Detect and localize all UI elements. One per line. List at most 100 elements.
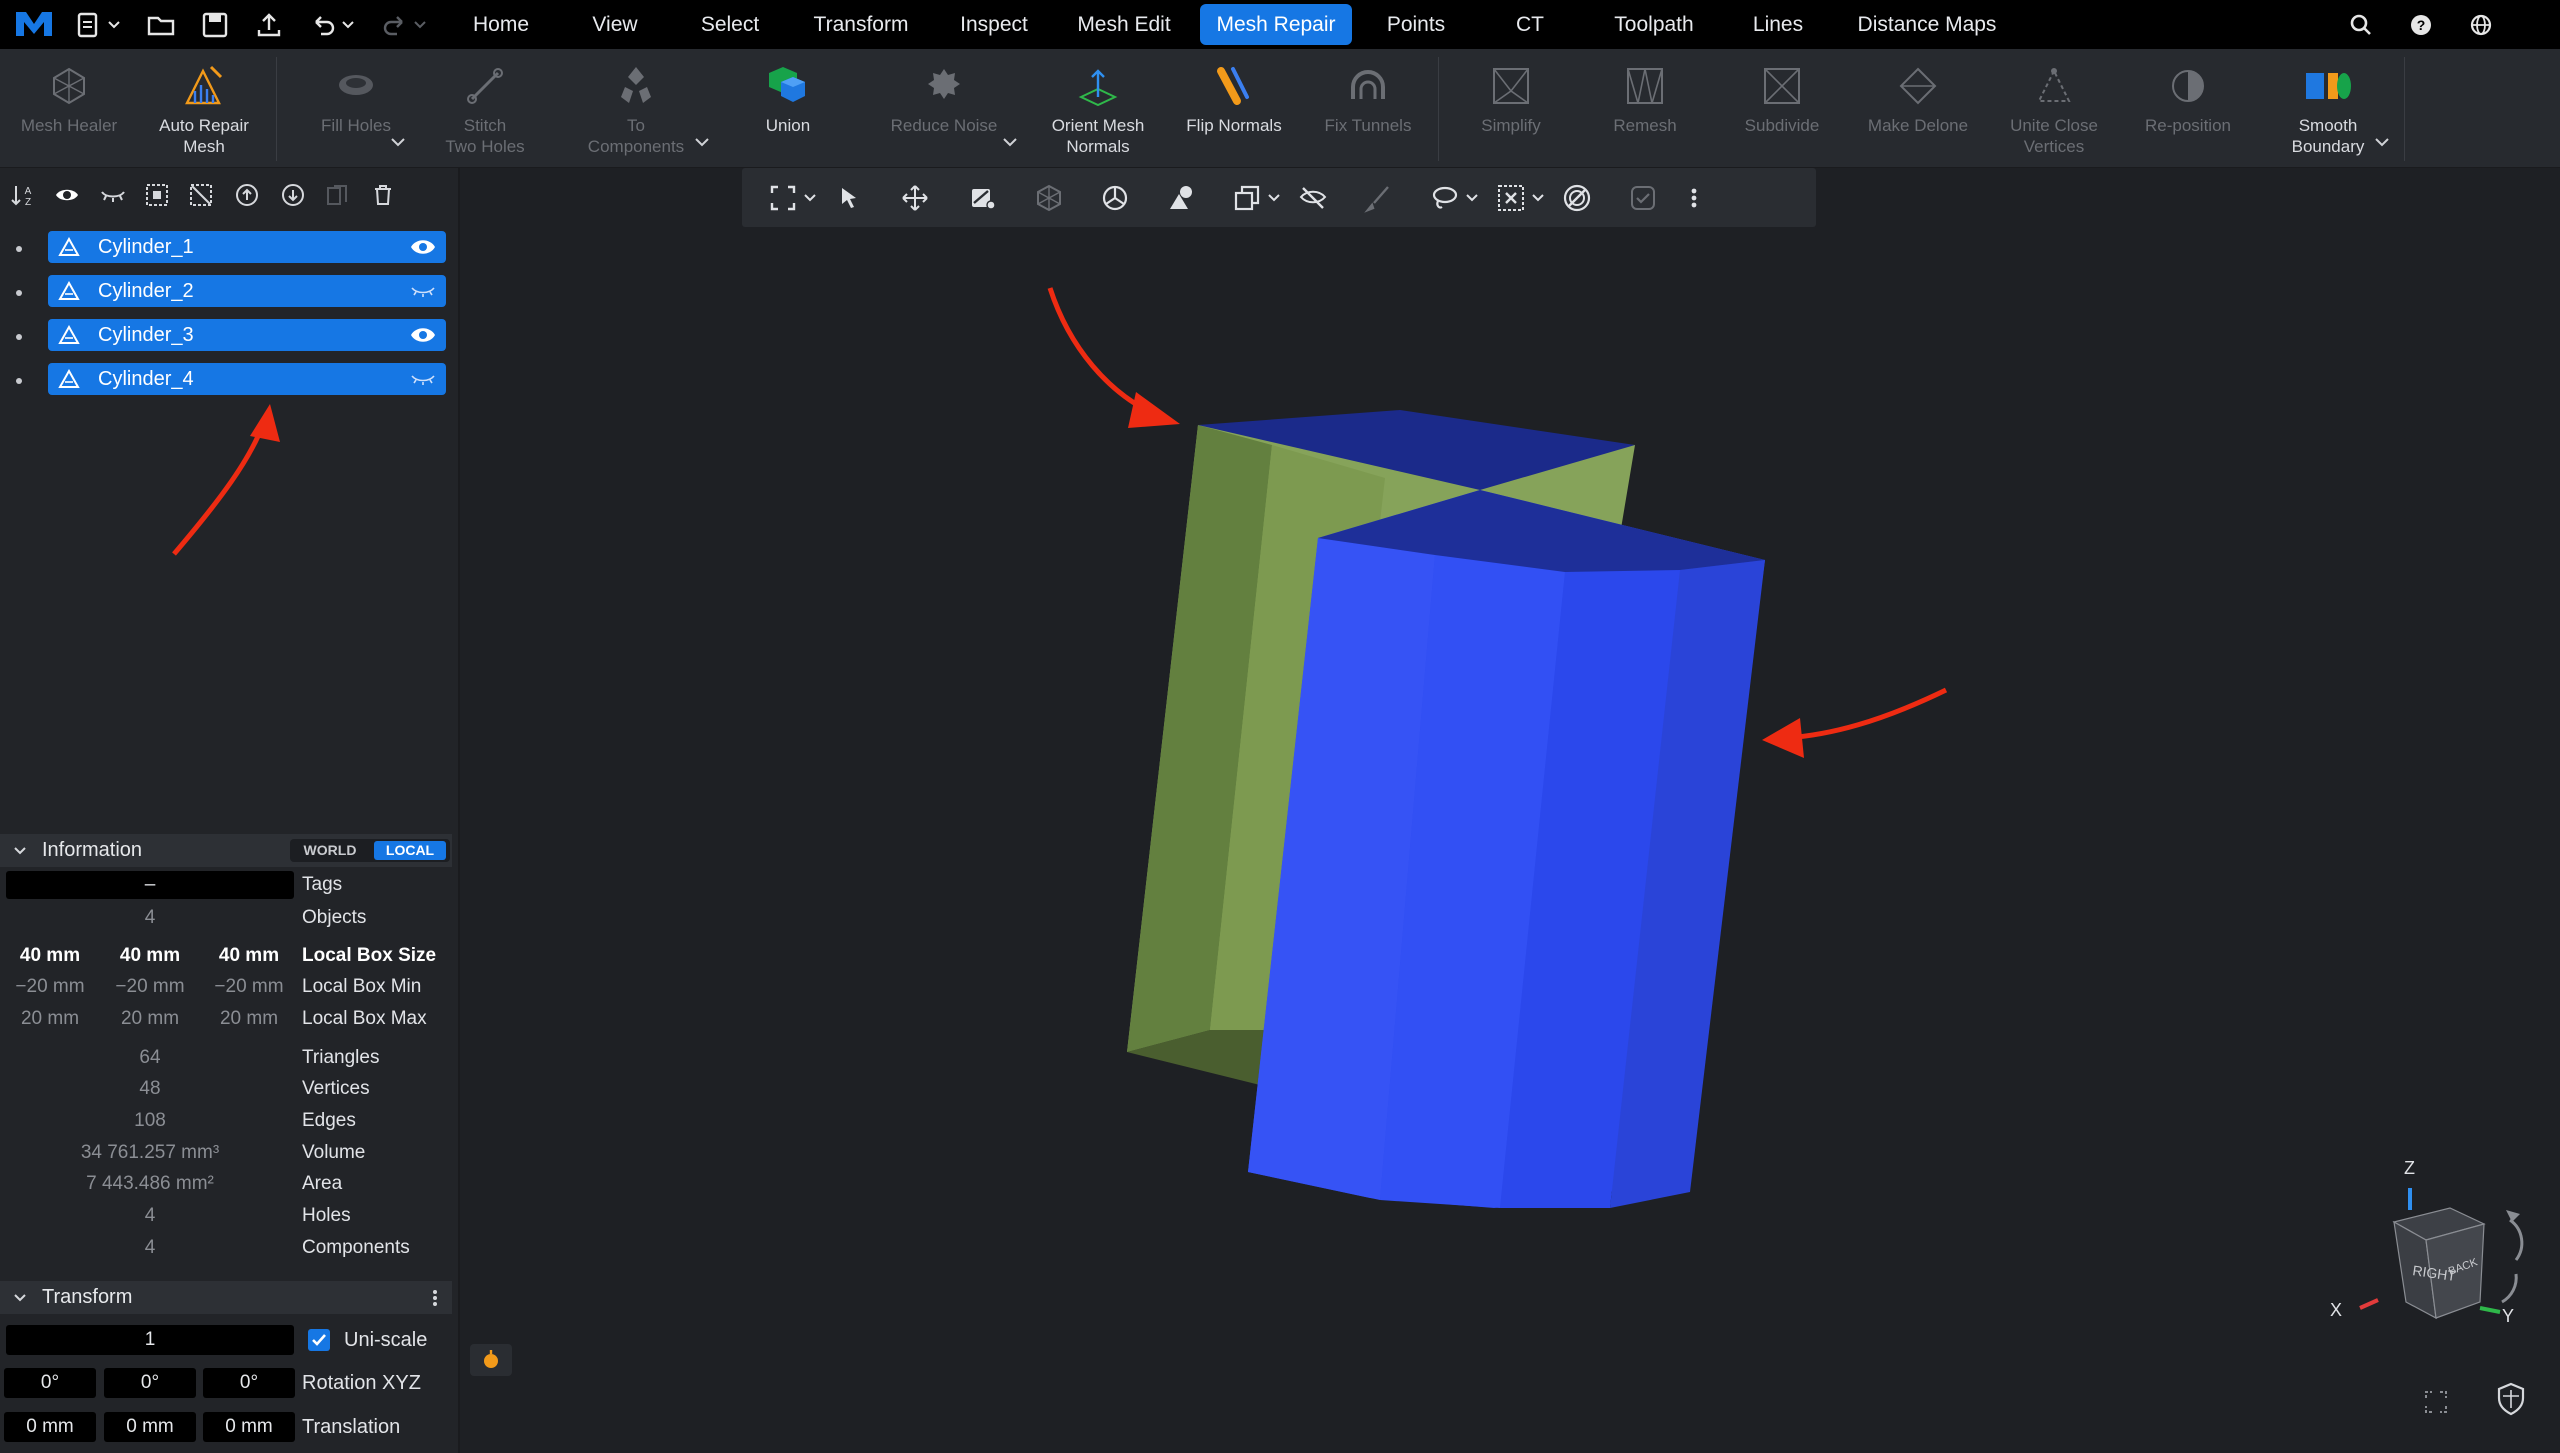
auto-repair-mesh-button[interactable]: Auto Repair Mesh [140,49,268,167]
tab-ct[interactable]: CT [1500,0,1560,49]
to-components-button[interactable]: To Components [576,49,696,167]
undo-icon[interactable] [308,10,338,40]
help-icon[interactable]: ? [2406,10,2436,40]
subdivide-button[interactable]: Subdivide [1726,49,1838,167]
clear-selection-icon[interactable] [1562,183,1592,213]
object-row-cylinder-3[interactable]: Cylinder_3 [48,319,446,351]
copy-objects-icon[interactable] [1232,183,1262,213]
deselect-icon[interactable] [188,182,214,208]
chevron-down-icon[interactable] [12,843,28,859]
hide-all-icon[interactable] [100,182,126,208]
chevron-down-icon[interactable] [692,132,712,152]
union-icon [769,67,805,102]
chevron-down-icon[interactable] [1000,132,1020,152]
chevron-down-icon[interactable] [800,183,820,213]
chevron-down-icon[interactable] [1264,183,1284,213]
chevron-down-icon[interactable] [388,132,408,152]
tags-field[interactable]: – [6,871,294,899]
new-file-icon[interactable] [74,10,104,40]
flip-normals-button[interactable]: Flip Normals [1176,49,1292,167]
tab-home[interactable]: Home [456,0,546,49]
select-all-icon[interactable] [144,182,170,208]
information-section-header[interactable]: Information WORLD LOCAL [0,834,452,867]
transform-gizmo-icon[interactable] [968,183,998,213]
select-cursor-icon[interactable] [834,183,864,213]
hide-faces-icon[interactable] [1298,183,1328,213]
sort-az-icon[interactable]: AZ [10,182,36,208]
stitch-two-holes-button[interactable]: Stitch Two Holes [426,49,544,167]
notification-indicator[interactable] [470,1344,512,1376]
tab-inspect[interactable]: Inspect [946,0,1042,49]
reposition-button[interactable]: Re-position [2132,49,2244,167]
tab-select[interactable]: Select [684,0,776,49]
orient-mesh-normals-button[interactable]: Orient Mesh Normals [1040,49,1156,167]
save-icon[interactable] [200,10,230,40]
shield-icon[interactable] [2492,1380,2530,1418]
tab-lines[interactable]: Lines [1740,0,1816,49]
chevron-down-icon[interactable] [2372,132,2392,152]
object-row-cylinder-2[interactable]: Cylinder_2 [48,275,446,307]
chevron-down-icon[interactable] [338,10,358,40]
visibility-off-icon[interactable] [410,282,436,300]
duplicate-icon [327,185,347,205]
more-options-icon[interactable] [428,1288,442,1308]
scale-input[interactable]: 1 [6,1325,294,1355]
tab-transform[interactable]: Transform [800,0,922,49]
simplify-button[interactable]: Simplify [1456,49,1566,167]
rotation-z-input[interactable]: 0° [203,1368,295,1398]
redo-icon[interactable] [380,10,410,40]
object-row-cylinder-4[interactable]: Cylinder_4 [48,363,446,395]
rotation-y-input[interactable]: 0° [104,1368,196,1398]
lasso-icon[interactable] [1430,183,1460,213]
axis-y-label: Y [2502,1306,2514,1326]
delete-icon[interactable] [370,182,396,208]
search-icon[interactable] [2346,10,2376,40]
3d-viewport[interactable] [460,230,2560,1453]
reduce-noise-button[interactable]: Reduce Noise [880,49,1008,167]
union-button[interactable]: Union [732,49,844,167]
local-toggle-button[interactable]: LOCAL [374,841,446,860]
visibility-off-icon[interactable] [410,370,436,388]
move-icon[interactable] [900,183,930,213]
box-deselect-icon[interactable] [1496,183,1526,213]
translation-z-input[interactable]: 0 mm [203,1412,295,1442]
translation-x-input[interactable]: 0 mm [4,1412,96,1442]
chevron-down-icon[interactable] [104,10,124,40]
view-reset-icon[interactable] [2418,1384,2454,1420]
fix-tunnels-button[interactable]: Fix Tunnels [1312,49,1424,167]
app-logo-icon[interactable] [14,8,54,40]
globe-icon[interactable] [2466,10,2496,40]
visibility-on-icon[interactable] [410,326,436,344]
rotate-center-icon[interactable] [1100,183,1130,213]
tab-points[interactable]: Points [1376,0,1456,49]
mesh-healer-button[interactable]: Mesh Healer [10,49,128,167]
chevron-down-icon[interactable] [1462,183,1482,213]
more-tools-icon[interactable] [1684,183,1704,213]
chevron-down-icon[interactable] [1528,183,1548,213]
tab-distance-maps[interactable]: Distance Maps [1852,0,2002,49]
transform-section-header[interactable]: Transform [0,1281,452,1314]
uniscale-checkbox[interactable] [308,1329,330,1351]
tab-view[interactable]: View [574,0,656,49]
translation-y-input[interactable]: 0 mm [104,1412,196,1442]
chevron-down-icon[interactable] [12,1290,28,1306]
tab-mesh-repair[interactable]: Mesh Repair [1200,4,1352,45]
make-delone-button[interactable]: Make Delone [1860,49,1976,167]
open-folder-icon[interactable] [146,10,176,40]
unite-close-vertices-button[interactable]: Unite Close Vertices [1996,49,2112,167]
world-toggle-button[interactable]: WORLD [290,839,370,862]
show-all-icon[interactable] [54,182,80,208]
object-row-cylinder-1[interactable]: Cylinder_1 [48,231,446,263]
tab-toolpath[interactable]: Toolpath [1600,0,1708,49]
fit-view-icon[interactable] [768,183,798,213]
export-icon[interactable] [254,10,284,40]
remesh-button[interactable]: Remesh [1590,49,1700,167]
rotation-x-input[interactable]: 0° [4,1368,96,1398]
tab-mesh-edit[interactable]: Mesh Edit [1068,0,1180,49]
move-up-icon[interactable] [234,182,260,208]
view-cube[interactable]: RIGHT BACK Z X Y [2320,1150,2560,1350]
shapes-icon[interactable] [1166,183,1196,213]
visibility-on-icon[interactable] [410,238,436,256]
smooth-boundary-button[interactable]: Smooth Boundary [2270,49,2386,167]
move-down-icon[interactable] [280,182,306,208]
